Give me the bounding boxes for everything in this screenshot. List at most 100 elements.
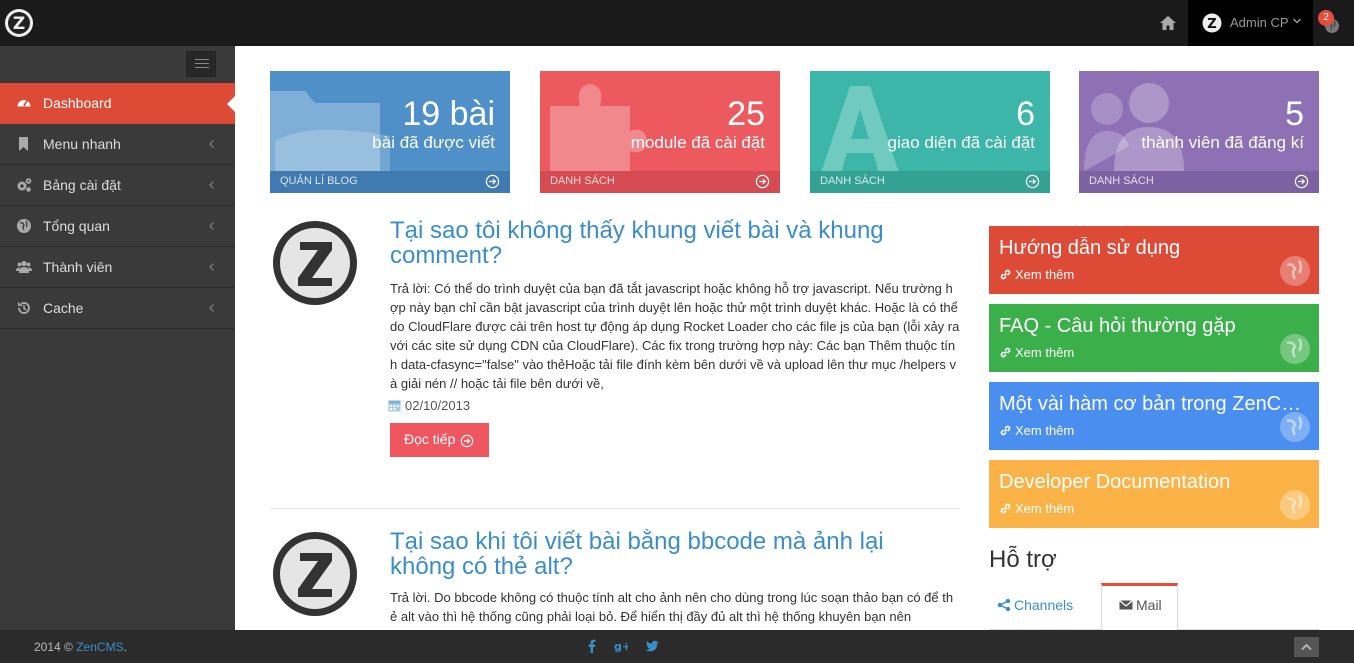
sidebar-item-label: Tổng quan bbox=[43, 218, 110, 234]
tile-footer-link[interactable]: DANH SÁCH bbox=[810, 171, 1050, 193]
tile-footer-label: QUẢN LÍ BLOG bbox=[280, 175, 358, 187]
tab-channels[interactable]: Channels bbox=[997, 583, 1097, 628]
tab-mail[interactable]: Mail bbox=[1101, 583, 1178, 630]
tile-footer-link[interactable]: DANH SÁCH bbox=[1079, 171, 1319, 193]
link-icon bbox=[1000, 425, 1011, 436]
support-tabs: Channels Mail bbox=[989, 583, 1319, 630]
sidebar-item-label: Menu nhanh bbox=[43, 136, 121, 152]
chevron-left-icon bbox=[209, 181, 214, 189]
notification-badge: 2 bbox=[1318, 10, 1334, 26]
info-box-faq[interactable]: FAQ - Câu hỏi thường gặp Xem thêm bbox=[989, 304, 1319, 372]
globe-icon bbox=[1280, 334, 1310, 364]
tile-number: 5 bbox=[1285, 95, 1304, 133]
back-to-top-button[interactable] bbox=[1294, 637, 1319, 657]
calendar-icon bbox=[388, 400, 401, 412]
folder-icon bbox=[270, 91, 390, 171]
info-box-title: Một vài hàm cơ bản trong ZenCMS ... bbox=[999, 393, 1309, 415]
stat-tile-themes: 6 giao diện đã cài đặt DANH SÁCH bbox=[810, 71, 1050, 193]
see-more-link[interactable]: Xem thêm bbox=[999, 345, 1074, 360]
read-more-label: Đọc tiếp bbox=[404, 431, 456, 447]
sidebar-item-tong-quan[interactable]: Tổng quan bbox=[0, 206, 235, 247]
twitter-icon[interactable] bbox=[645, 639, 659, 653]
see-more-label: Xem thêm bbox=[1015, 501, 1075, 516]
gears-icon bbox=[17, 178, 32, 192]
chevron-down-icon bbox=[1292, 18, 1302, 24]
info-box-zencms-functions[interactable]: Một vài hàm cơ bản trong ZenCMS ... Xem … bbox=[989, 382, 1319, 450]
chevron-left-icon bbox=[209, 140, 214, 148]
facebook-icon[interactable] bbox=[585, 639, 599, 653]
globe-icon bbox=[1280, 412, 1310, 442]
chevron-left-icon bbox=[209, 304, 214, 312]
globe-icon bbox=[17, 219, 31, 233]
tab-label: Mail bbox=[1136, 597, 1162, 613]
google-plus-icon[interactable]: g+ bbox=[614, 639, 628, 653]
sidebar-item-cache[interactable]: Cache bbox=[0, 288, 235, 329]
sidebar-item-dashboard[interactable]: Dashboard bbox=[0, 83, 235, 124]
sidebar: Dashboard Menu nhanh Bảng cài đặt Tổng q… bbox=[0, 46, 235, 630]
arrow-circle-right-icon bbox=[460, 434, 474, 448]
post-excerpt: Trả lời: Có thể do trình duyệt của bạn đ… bbox=[390, 281, 960, 391]
info-box-title: FAQ - Câu hỏi thường gặp bbox=[999, 315, 1236, 337]
copyright-suffix: . bbox=[123, 640, 127, 654]
tab-label: Channels bbox=[1014, 597, 1074, 613]
font-letter-a-icon bbox=[821, 86, 899, 171]
notification-button[interactable]: 2 bbox=[1318, 10, 1344, 36]
post-title-link[interactable]: Tại sao tôi không thấy khung viết bài và… bbox=[390, 218, 950, 268]
user-avatar-icon: Z bbox=[1202, 13, 1222, 33]
stat-tile-members: 5 thành viên đã đăng kí DANH SÁCH bbox=[1079, 71, 1319, 193]
see-more-link[interactable]: Xem thêm bbox=[999, 267, 1074, 282]
stat-tile-modules: 25 module đã cài đặt DANH SÁCH bbox=[540, 71, 780, 193]
read-more-button[interactable]: Đọc tiếp bbox=[390, 423, 489, 457]
see-more-link[interactable]: Xem thêm bbox=[999, 501, 1074, 516]
envelope-icon bbox=[1119, 600, 1133, 610]
stat-tile-posts: 19 bài bài đã được viết QUẢN LÍ BLOG bbox=[270, 71, 510, 193]
tile-description: bài đã được viết bbox=[372, 133, 495, 152]
sidebar-item-label: Bảng cài đặt bbox=[43, 177, 121, 193]
tile-footer-link[interactable]: QUẢN LÍ BLOG bbox=[270, 171, 510, 193]
tile-number: 6 bbox=[1016, 95, 1035, 133]
puzzle-icon bbox=[550, 84, 647, 171]
user-menu[interactable]: Z Admin CP bbox=[1188, 0, 1313, 46]
globe-icon bbox=[1280, 490, 1310, 520]
footer-copyright: 2014 © ZenCMS. bbox=[34, 640, 127, 654]
home-icon[interactable] bbox=[1158, 13, 1178, 33]
post-date-text: 02/10/2013 bbox=[405, 398, 471, 413]
copyright-text: 2014 © bbox=[34, 640, 77, 654]
post-title-link[interactable]: Tại sao khi tôi viết bài bằng bbcode mà … bbox=[390, 529, 950, 579]
info-box-developer-docs[interactable]: Developer Documentation Xem thêm bbox=[989, 460, 1319, 528]
bookmark-icon bbox=[19, 137, 28, 151]
post-avatar-logo bbox=[273, 532, 357, 616]
users-icon bbox=[16, 260, 32, 273]
arrow-circle-right-icon bbox=[755, 174, 770, 189]
tile-footer-link[interactable]: DANH SÁCH bbox=[540, 171, 780, 193]
history-icon bbox=[17, 302, 30, 314]
chevron-left-icon bbox=[209, 263, 214, 271]
blog-post: Tại sao khi tôi viết bài bằng bbcode mà … bbox=[270, 529, 960, 630]
see-more-link[interactable]: Xem thêm bbox=[999, 423, 1074, 438]
post-date: 02/10/2013 bbox=[388, 398, 470, 413]
svg-text:Z: Z bbox=[1207, 17, 1216, 32]
users-icon bbox=[1084, 83, 1184, 171]
share-icon bbox=[997, 598, 1011, 612]
info-box-title: Hướng dẫn sử dụng bbox=[999, 237, 1181, 259]
sidebar-item-thanh-vien[interactable]: Thành viên bbox=[0, 247, 235, 288]
sidebar-item-label: Dashboard bbox=[43, 95, 112, 111]
dashboard-icon bbox=[17, 100, 31, 107]
brand-link[interactable]: ZenCMS bbox=[76, 640, 123, 654]
link-icon bbox=[1000, 347, 1011, 358]
sidebar-item-bang-cai-dat[interactable]: Bảng cài đặt bbox=[0, 165, 235, 206]
sidebar-item-label: Cache bbox=[43, 300, 84, 316]
tile-number: 19 bài bbox=[402, 95, 495, 133]
tile-number: 25 bbox=[727, 95, 765, 133]
post-avatar-logo bbox=[273, 221, 357, 305]
sidebar-item-menu-nhanh[interactable]: Menu nhanh bbox=[0, 124, 235, 165]
sidebar-toggle-button[interactable] bbox=[186, 51, 216, 77]
see-more-label: Xem thêm bbox=[1015, 345, 1075, 360]
see-more-label: Xem thêm bbox=[1015, 267, 1075, 282]
post-divider bbox=[270, 508, 960, 509]
link-icon bbox=[1000, 269, 1011, 280]
zencms-logo[interactable]: Z bbox=[4, 8, 34, 38]
info-box-user-guide[interactable]: Hướng dẫn sử dụng Xem thêm bbox=[989, 226, 1319, 294]
arrow-circle-right-icon bbox=[485, 174, 500, 189]
svg-text:Z: Z bbox=[13, 14, 25, 34]
